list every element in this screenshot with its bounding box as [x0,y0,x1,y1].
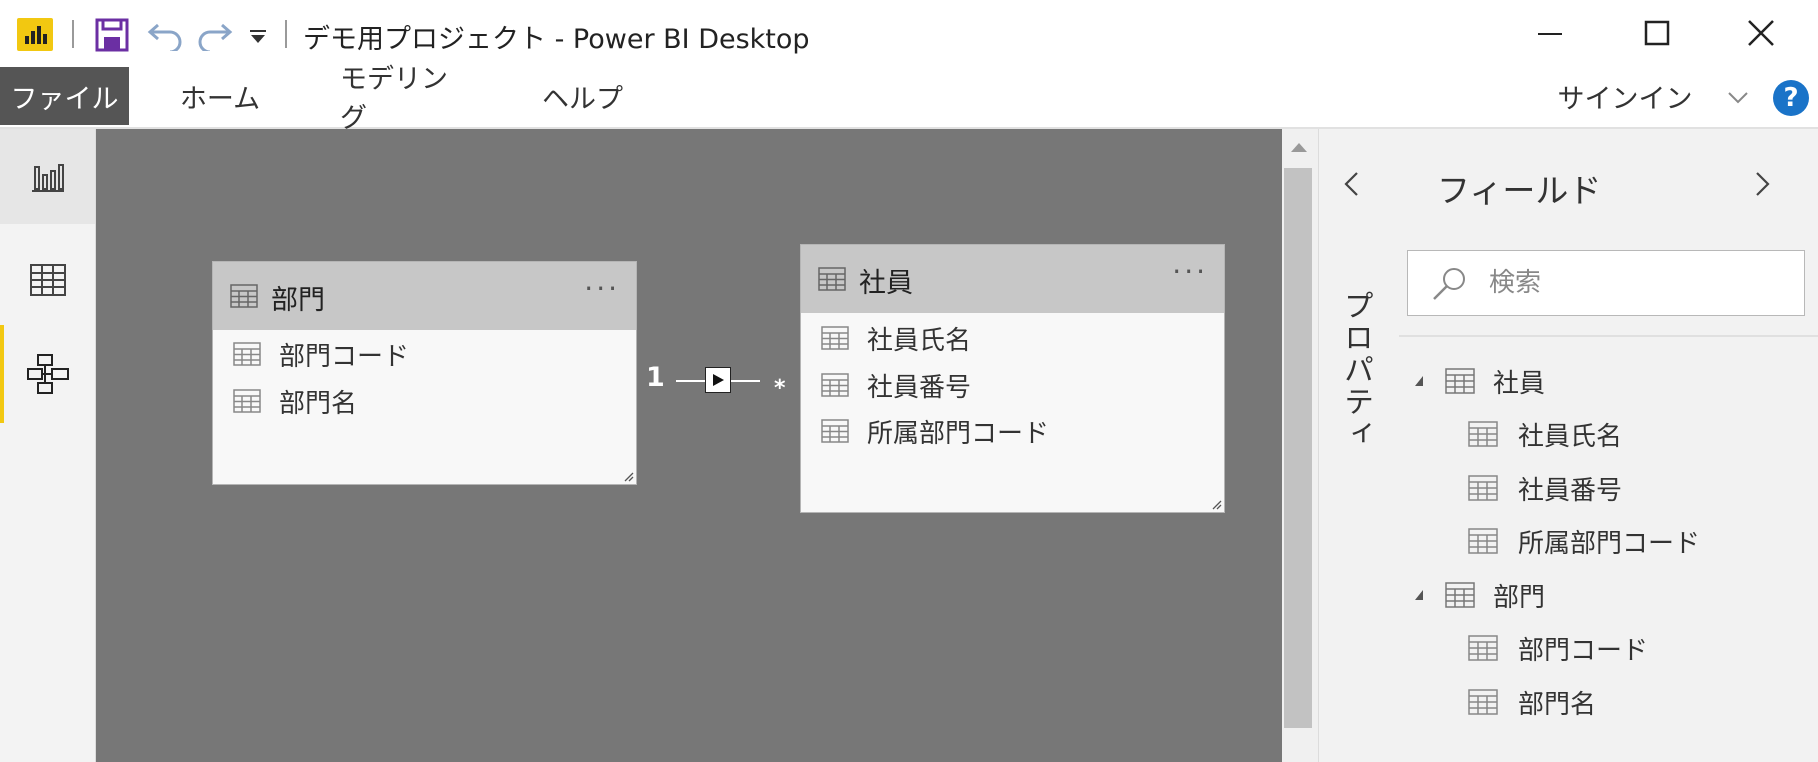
field-icon [1468,528,1498,554]
expand-collapse-icon[interactable] [1415,376,1423,386]
field-icon [1468,421,1498,447]
field-name: 社員番号 [1518,475,1623,506]
fields-table-employee[interactable]: 社員 [1415,359,1545,403]
minimize-icon [1538,33,1562,35]
expand-collapse-icon[interactable] [1415,590,1423,600]
field-name: 社員氏名 [1518,421,1623,452]
field-icon [1468,475,1498,501]
table-card-header[interactable]: 社員 ··· [801,245,1224,313]
resize-handle[interactable] [1210,498,1222,510]
field-name: 部門名 [1518,689,1597,720]
field-name: 所属部門コード [867,418,1050,449]
fields-pane-title: フィールド [1437,171,1602,210]
table-field-row[interactable]: 部門コード [233,334,409,374]
fields-field-item[interactable]: 所属部門コード [1468,519,1700,563]
title-separator [72,20,74,48]
model-view-button[interactable] [0,327,95,422]
table-field-row[interactable]: 所属部門コード [821,411,1049,451]
table-field-row[interactable]: 社員氏名 [821,318,971,358]
help-icon[interactable]: ? [1773,80,1809,116]
field-name: 部門コード [279,341,410,372]
chevron-left-icon[interactable] [1337,168,1369,200]
table-icon [230,284,258,308]
more-options-icon[interactable]: ··· [1172,255,1208,288]
minimize-button[interactable] [1515,8,1585,58]
save-icon[interactable] [94,17,130,57]
field-icon [233,389,261,413]
fields-table-dept[interactable]: 部門 [1415,573,1545,617]
report-view-button[interactable] [0,129,95,224]
close-button[interactable] [1726,8,1796,58]
title-separator [285,20,287,48]
bar-chart-icon [31,163,64,192]
chevron-down-icon[interactable] [1720,83,1756,111]
fields-table-name: 部門 [1493,582,1546,613]
chevron-right-icon[interactable] [1746,168,1778,200]
search-icon [1430,266,1468,306]
undo-icon[interactable] [146,17,184,55]
field-name: 社員氏名 [867,325,972,356]
quick-access-dropdown-icon[interactable] [248,26,268,50]
field-icon [821,373,849,397]
close-icon [1748,20,1774,46]
fields-field-item[interactable]: 社員氏名 [1468,412,1622,456]
field-icon [821,326,849,350]
relationship-one-label: 1 [646,362,665,393]
table-card-title: 部門 [271,285,325,316]
filter-direction-arrow-icon[interactable] [705,367,731,393]
maximize-button[interactable] [1622,8,1692,58]
table-icon [1445,582,1475,608]
fields-field-item[interactable]: 社員番号 [1468,466,1622,510]
fields-field-item[interactable]: 部門名 [1468,680,1596,724]
model-table-card-employee[interactable]: 社員 ··· 社員氏名 社員番号 所属部門コード [800,244,1225,513]
table-icon [1445,368,1475,394]
resize-handle[interactable] [622,470,634,482]
menu-home[interactable]: ホーム [165,67,275,125]
field-icon [821,419,849,443]
power-bi-logo-icon [17,18,53,51]
field-icon [1468,689,1498,715]
table-card-title: 社員 [859,268,913,299]
menu-bar: ファイル ホーム モデリング ヘルプ サインイン [0,64,1818,134]
scrollbar-thumb[interactable] [1284,168,1312,728]
sign-in-button[interactable]: サインイン [1555,67,1695,125]
model-table-card-dept[interactable]: 部門 ··· 部門コード 部門名 [212,261,637,485]
fields-pane-divider [1399,335,1818,337]
table-icon [818,267,846,291]
scroll-up-arrow-icon[interactable] [1291,143,1307,152]
field-icon [1468,635,1498,661]
fields-field-item[interactable]: 部門コード [1468,626,1648,670]
field-name: 部門名 [279,388,358,419]
data-view-button[interactable] [0,232,95,327]
menu-file[interactable]: ファイル [0,67,129,125]
table-field-row[interactable]: 社員番号 [821,365,971,405]
fields-search-input[interactable] [1487,262,1791,304]
menu-modeling[interactable]: モデリング [340,64,465,134]
window-title: デモ用プロジェクト - Power BI Desktop [303,24,810,55]
fields-table-name: 社員 [1493,368,1546,399]
field-name: 所属部門コード [1518,528,1701,559]
maximize-icon [1644,20,1670,46]
table-card-header[interactable]: 部門 ··· [213,262,636,330]
redo-icon[interactable] [196,17,234,55]
field-name: 部門コード [1518,635,1649,666]
model-icon [26,353,69,394]
field-icon [233,342,261,366]
menu-help[interactable]: ヘルプ [540,67,625,125]
properties-pane-label[interactable]: プロパティ [1333,290,1377,450]
field-name: 社員番号 [867,372,972,403]
more-options-icon[interactable]: ··· [584,272,620,305]
table-field-row[interactable]: 部門名 [233,381,357,421]
grid-icon [29,263,66,296]
relationship-many-label: * [774,376,786,401]
